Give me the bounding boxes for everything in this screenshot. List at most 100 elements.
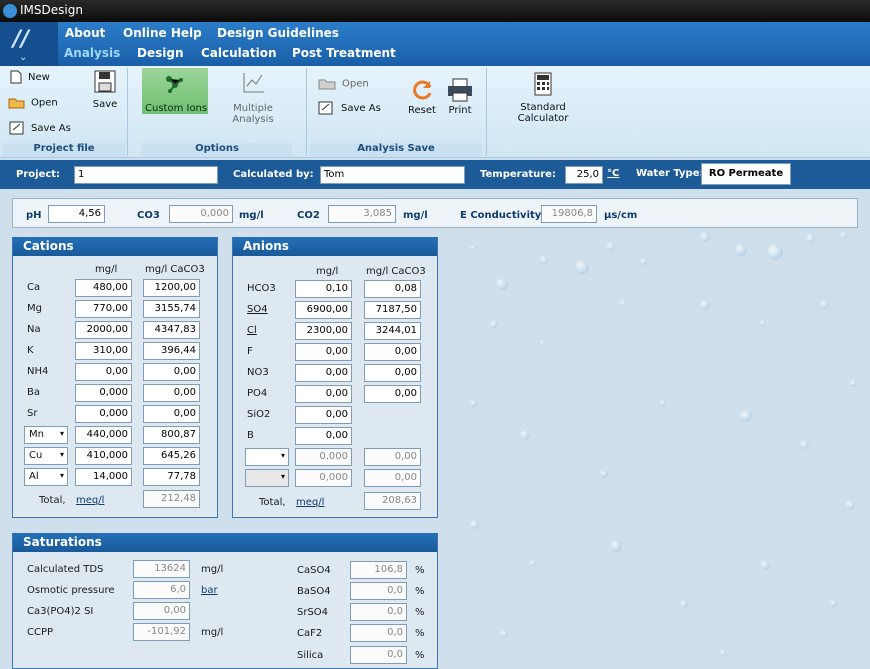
logo-icon: // bbox=[13, 27, 30, 52]
anion-mgl-input[interactable]: 6900,00 bbox=[295, 301, 352, 319]
temperature-label: Temperature: bbox=[480, 169, 556, 180]
water-drop bbox=[600, 470, 608, 478]
floppy-disk-icon bbox=[94, 70, 116, 93]
menu-about[interactable]: About bbox=[65, 26, 105, 40]
cation-label: Sr bbox=[27, 408, 38, 419]
water-drop bbox=[760, 320, 766, 326]
chevron-down-icon: ⌄ bbox=[19, 52, 28, 63]
cation-caco3-value: 4347,83 bbox=[143, 321, 200, 339]
saturation-value: 0,00 bbox=[133, 602, 190, 620]
cation-label: Na bbox=[27, 324, 41, 335]
water-drop bbox=[490, 320, 498, 328]
anion-caco3-value: 3244,01 bbox=[364, 322, 421, 340]
temperature-unit-link[interactable]: °C bbox=[607, 168, 619, 179]
water-type-button[interactable]: RO Permeate bbox=[701, 163, 791, 185]
cation-mgl-input[interactable]: 410,000 bbox=[75, 447, 132, 465]
anion-mgl-input[interactable]: 0,00 bbox=[295, 406, 352, 424]
cation-select[interactable]: Mn ▾ bbox=[24, 426, 68, 444]
anion-label: B bbox=[247, 430, 254, 441]
cation-mgl-input[interactable]: 0,000 bbox=[75, 384, 132, 402]
cation-caco3-value: 396,44 bbox=[143, 342, 200, 360]
tab-post-treatment[interactable]: Post Treatment bbox=[292, 46, 396, 60]
standard-calculator-button[interactable]: Standard Calculator bbox=[496, 72, 590, 124]
anion-link[interactable]: Cl bbox=[247, 325, 257, 336]
app-icon bbox=[3, 4, 17, 18]
save-button[interactable]: Save bbox=[92, 70, 118, 110]
save-as-button[interactable]: Save As bbox=[9, 121, 71, 135]
open-button[interactable]: Open bbox=[8, 96, 58, 109]
tab-design[interactable]: Design bbox=[137, 46, 184, 60]
cations-total-unit-link[interactable]: meq/l bbox=[76, 495, 104, 506]
saturation-label: CaF2 bbox=[297, 628, 323, 639]
saturation-label: Osmotic pressure bbox=[27, 585, 115, 596]
tab-analysis[interactable]: Analysis bbox=[64, 46, 120, 60]
temperature-input[interactable]: 25,0 bbox=[565, 166, 603, 184]
water-drop bbox=[606, 242, 615, 251]
anion-mgl-input[interactable]: 2300,00 bbox=[295, 322, 352, 340]
brand-logo[interactable]: // ⌄ bbox=[0, 22, 58, 66]
water-drop bbox=[680, 600, 688, 608]
saturation-label: CaSO4 bbox=[297, 565, 331, 576]
custom-ions-button[interactable]: Custom Ions bbox=[142, 68, 208, 114]
anion-select[interactable]: ▾ bbox=[245, 448, 289, 466]
ph-label: pH bbox=[26, 210, 42, 221]
anion-label: SiO2 bbox=[247, 409, 271, 420]
anion-caco3-value: 0,00 bbox=[364, 448, 421, 466]
project-input[interactable]: 1 bbox=[74, 166, 218, 184]
anion-label: HCO3 bbox=[247, 283, 276, 294]
reset-button[interactable]: Reset bbox=[406, 78, 438, 116]
conductivity-label: E Conductivity bbox=[460, 210, 542, 221]
anion-link[interactable]: SO4 bbox=[247, 304, 268, 315]
anion-mgl-input[interactable]: 0,00 bbox=[295, 364, 352, 382]
multiple-analysis-button[interactable]: Multiple Analysis bbox=[212, 72, 294, 125]
analysis-open-button[interactable]: Open bbox=[318, 77, 369, 90]
cation-mgl-input[interactable]: 2000,00 bbox=[75, 321, 132, 339]
analysis-save-as-button[interactable]: Save As bbox=[318, 101, 381, 115]
cation-select[interactable]: Al ▾ bbox=[24, 468, 68, 486]
saturation-unit: mg/l bbox=[201, 627, 224, 638]
saturation-unit: % bbox=[415, 586, 425, 597]
cation-mgl-input[interactable]: 0,000 bbox=[75, 405, 132, 423]
cation-mgl-input[interactable]: 0,00 bbox=[75, 363, 132, 381]
menu-online-help[interactable]: Online Help bbox=[123, 26, 202, 40]
title-bar: IMSDesign bbox=[0, 0, 870, 22]
anion-mgl-input[interactable]: 0,00 bbox=[295, 427, 352, 445]
chevron-down-icon: ▾ bbox=[59, 471, 64, 480]
saturation-unit-link[interactable]: bar bbox=[201, 585, 218, 596]
saturation-unit: % bbox=[415, 607, 425, 618]
cation-mgl-input[interactable]: 310,00 bbox=[75, 342, 132, 360]
calculated-by-input[interactable]: Tom bbox=[320, 166, 465, 184]
anion-mgl-input[interactable]: 0,00 bbox=[295, 343, 352, 361]
print-button[interactable]: Print bbox=[444, 78, 476, 116]
group-label-project-file: Project file bbox=[3, 143, 125, 157]
multiple-analysis-label: Multiple Analysis bbox=[232, 103, 274, 125]
folder-icon bbox=[8, 98, 25, 109]
cation-mgl-input[interactable]: 440,000 bbox=[75, 426, 132, 444]
co2-input: 3,085 bbox=[328, 205, 396, 223]
anion-label: NO3 bbox=[247, 367, 269, 378]
water-drop bbox=[470, 400, 477, 407]
cation-caco3-value: 1200,00 bbox=[143, 279, 200, 297]
anion-mgl-input[interactable]: 0,00 bbox=[295, 385, 352, 403]
save-as-label: Save As bbox=[31, 123, 71, 134]
cation-mgl-input[interactable]: 14,000 bbox=[75, 468, 132, 486]
tab-calculation[interactable]: Calculation bbox=[201, 46, 277, 60]
saturations-title: Saturations bbox=[13, 533, 437, 552]
chevron-down-icon: ▾ bbox=[280, 472, 285, 481]
cation-select[interactable]: Cu ▾ bbox=[24, 447, 68, 465]
chevron-down-icon: ▾ bbox=[59, 450, 64, 459]
ph-input[interactable]: 4,56 bbox=[48, 205, 105, 223]
water-drop bbox=[520, 430, 530, 440]
cation-label: Mg bbox=[27, 303, 42, 314]
anion-mgl-input[interactable]: 0,10 bbox=[295, 280, 352, 298]
cation-mgl-input[interactable]: 480,00 bbox=[75, 279, 132, 297]
anions-total-unit-link[interactable]: meq/l bbox=[296, 497, 324, 508]
water-drop bbox=[540, 340, 545, 345]
cation-mgl-input[interactable]: 770,00 bbox=[75, 300, 132, 318]
standard-calculator-label: Standard Calculator bbox=[517, 102, 569, 124]
anion-caco3-value: 0,00 bbox=[364, 469, 421, 487]
reset-icon bbox=[413, 80, 432, 100]
menu-design-guidelines[interactable]: Design Guidelines bbox=[217, 26, 339, 40]
water-drop bbox=[540, 256, 548, 264]
new-button[interactable]: New bbox=[10, 70, 50, 84]
